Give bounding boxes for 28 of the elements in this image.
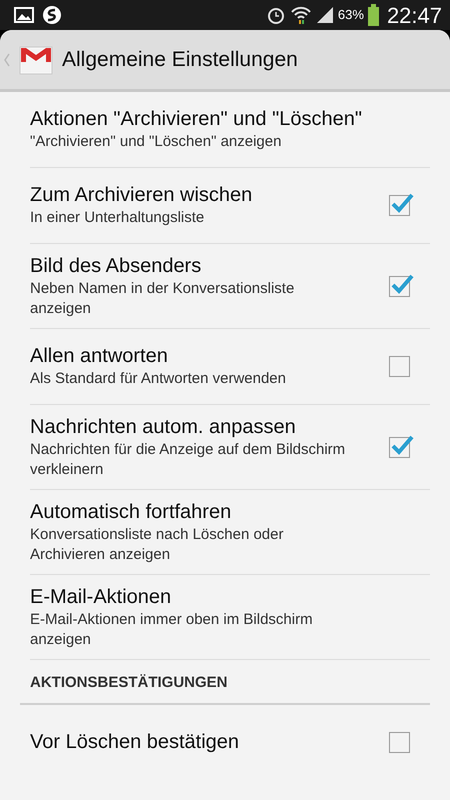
setting-summary: Konversationsliste nach Löschen oder Archivieren anzeigen [30,525,284,564]
section-heading: AKTIONSBESTÄTIGUNGEN [20,672,430,704]
setting-title: Zum Archivieren wischen [30,183,254,208]
setting-summary: In einer Unterhaltungsliste [30,208,206,228]
setting-title: Automatisch fortfahren [30,500,232,525]
setting-summary: Nachrichten für die Anzeige auf dem Bildschirm verkleinern [30,440,346,479]
app-icon [42,5,62,25]
signal-icon [316,6,334,24]
setting-title: Vor Löschen bestätigen [30,730,240,755]
setting-title: Bild des Absenders [30,254,202,279]
battery-percentage: 63% [338,6,364,24]
setting-summary: "Archivieren" und "Löschen" anzeigen [30,132,282,152]
checkbox[interactable] [389,356,410,377]
battery-icon [368,4,379,26]
setting-summary: E-Mail-Aktionen immer oben im Bildschirm anzeigen [30,610,314,649]
setting-summary: Als Standard für Antworten verwenden [30,369,287,389]
alarm-icon [266,5,286,25]
setting-title: Nachrichten autom. anpassen [30,415,297,440]
setting-title: Aktionen "Archivieren" und "Löschen" [30,107,363,132]
mail-app-icon[interactable] [18,44,54,76]
clock: 22:47 [386,2,442,30]
setting-summary: Neben Namen in der Konversationsliste anzeigen [30,279,296,318]
gallery-icon [14,7,34,23]
setting-title: Allen antworten [30,344,169,370]
checkbox[interactable] [389,732,410,753]
wifi-icon [290,5,312,25]
setting-title: E-Mail-Aktionen [30,585,172,610]
header-title: Allgemeine Einstellungen [62,46,298,73]
